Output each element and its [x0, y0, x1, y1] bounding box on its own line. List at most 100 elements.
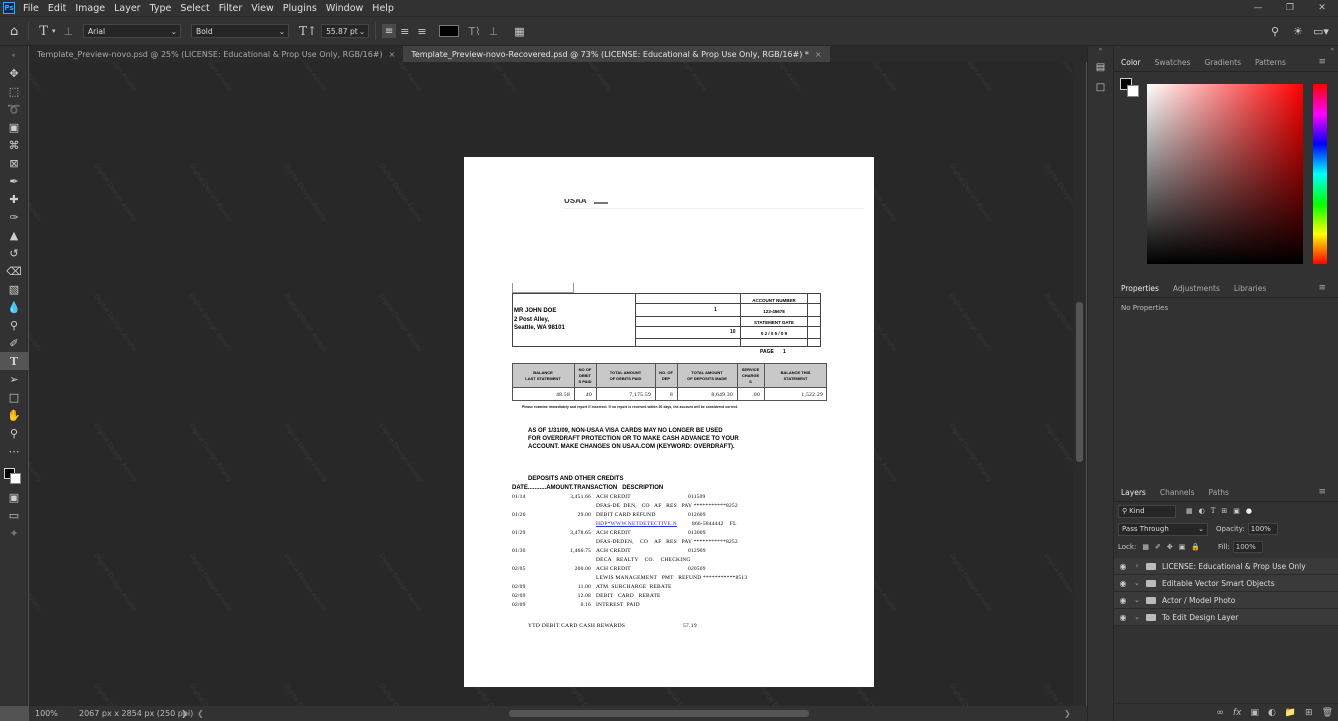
- healing-brush-tool-icon[interactable]: ✚: [0, 190, 28, 208]
- lock-image-icon[interactable]: ✐: [1155, 543, 1161, 551]
- align-right-icon[interactable]: ≡: [417, 25, 426, 38]
- close-window-icon[interactable]: ✕: [1306, 0, 1338, 16]
- layer-row[interactable]: ◉ ⌄ Editable Vector Smart Objects: [1114, 575, 1338, 592]
- screen-mode-icon[interactable]: ▭: [0, 506, 28, 524]
- blend-mode-select[interactable]: Pass Through ⌄: [1118, 522, 1208, 536]
- tab-libraries[interactable]: Libraries: [1227, 284, 1273, 293]
- cancel-edit-icon[interactable]: ⊥: [489, 25, 499, 38]
- scroll-right-icon[interactable]: ❯: [1064, 709, 1071, 718]
- collapse-toolbar-icon[interactable]: «: [0, 46, 27, 64]
- visibility-eye-icon[interactable]: ◉: [1114, 596, 1132, 605]
- tab-channels[interactable]: Channels: [1153, 488, 1202, 497]
- chevron-right-icon[interactable]: ›: [1132, 562, 1142, 570]
- font-style-select[interactable]: Bold ⌄: [191, 24, 290, 38]
- add-style-icon[interactable]: fx: [1233, 708, 1242, 718]
- tab-properties[interactable]: Properties: [1114, 284, 1166, 293]
- tab-layers[interactable]: Layers: [1114, 488, 1153, 497]
- frame-tool-icon[interactable]: ⊠: [0, 154, 28, 172]
- minimize-icon[interactable]: —: [1242, 0, 1274, 16]
- layer-row[interactable]: ◉ ⌄ To Edit Design Layer: [1114, 609, 1338, 626]
- scrollbar-thumb[interactable]: [1076, 302, 1083, 462]
- visibility-eye-icon[interactable]: ◉: [1114, 613, 1132, 622]
- eraser-tool-icon[interactable]: ⌫: [0, 262, 28, 280]
- object-selection-tool-icon[interactable]: ▣: [0, 118, 28, 136]
- text-color-swatch[interactable]: [438, 25, 459, 37]
- blur-tool-icon[interactable]: 💧: [0, 298, 28, 316]
- tab-color[interactable]: Color: [1114, 58, 1148, 67]
- status-menu-icon[interactable]: ❯: [181, 709, 188, 718]
- document-canvas[interactable]: USAA MR JOHN DOE 2 Post Alley, Seattle, …: [464, 157, 874, 687]
- lock-all-icon[interactable]: 🔒: [1191, 543, 1200, 551]
- lock-position-icon[interactable]: ✥: [1167, 543, 1173, 551]
- collapse-panels-icon[interactable]: »: [1114, 46, 1338, 54]
- panel-menu-icon[interactable]: ≡: [1311, 57, 1333, 67]
- eyedropper-tool-icon[interactable]: ✒: [0, 172, 28, 190]
- comments-panel-icon[interactable]: □: [1094, 82, 1108, 96]
- gradient-tool-icon[interactable]: ▧: [0, 280, 28, 298]
- delete-layer-icon[interactable]: 🗑: [1322, 708, 1333, 718]
- filter-adjustment-icon[interactable]: ◐: [1199, 507, 1205, 515]
- zoom-level[interactable]: 100%: [35, 709, 75, 718]
- tab-patterns[interactable]: Patterns: [1248, 58, 1293, 67]
- background-color-swatch[interactable]: [10, 473, 21, 484]
- color-field[interactable]: [1147, 84, 1303, 264]
- transaction-link[interactable]: HDP*WWW.NETDETECTIVE.N: [596, 521, 677, 527]
- menu-select[interactable]: Select: [180, 3, 209, 14]
- visibility-eye-icon[interactable]: ◉: [1114, 579, 1132, 588]
- fill-field[interactable]: 100%: [1232, 541, 1263, 553]
- lasso-tool-icon[interactable]: ➰: [0, 100, 28, 118]
- document-tab[interactable]: Template_Preview-novo.psd @ 25% (LICENSE…: [29, 46, 403, 62]
- scroll-left-icon[interactable]: ❮: [197, 709, 204, 718]
- background-color-swatch[interactable]: [1127, 85, 1139, 97]
- workspace-icon[interactable]: ▭▾: [1313, 25, 1329, 38]
- menu-type[interactable]: Type: [150, 3, 172, 14]
- layer-row[interactable]: ◉ ⌄ Actor / Model Photo: [1114, 592, 1338, 609]
- tab-gradients[interactable]: Gradients: [1197, 58, 1248, 67]
- generative-icon[interactable]: ✦: [0, 524, 28, 542]
- lock-artboard-icon[interactable]: ▣: [1179, 543, 1186, 551]
- history-panel-icon[interactable]: ▤: [1094, 62, 1108, 76]
- close-icon[interactable]: ×: [815, 50, 822, 59]
- menu-file[interactable]: File: [23, 3, 39, 14]
- collapse-icons-icon[interactable]: »: [1088, 46, 1113, 56]
- brush-tool-icon[interactable]: ✑: [0, 208, 28, 226]
- filter-smart-object-icon[interactable]: ▣: [1233, 507, 1240, 515]
- home-icon[interactable]: ⌂: [10, 24, 18, 39]
- marquee-tool-icon[interactable]: ⬚: [0, 82, 28, 100]
- align-left-icon[interactable]: ≡: [382, 24, 397, 38]
- hand-tool-icon[interactable]: ✋: [0, 406, 28, 424]
- chevron-down-icon[interactable]: ▾: [52, 27, 56, 35]
- zoom-tool-icon[interactable]: ⚲: [0, 424, 28, 442]
- menu-plugins[interactable]: Plugins: [283, 3, 317, 14]
- filter-type-icon[interactable]: T: [1211, 507, 1216, 515]
- chevron-down-icon[interactable]: ⌄: [1132, 579, 1142, 587]
- tab-swatches[interactable]: Swatches: [1148, 58, 1198, 67]
- panel-menu-icon[interactable]: ≡: [1311, 283, 1333, 293]
- discover-icon[interactable]: ☀: [1293, 25, 1303, 38]
- character-panel-icon[interactable]: ▦: [514, 25, 524, 38]
- filter-toggle-icon[interactable]: ●: [1246, 507, 1252, 515]
- close-icon[interactable]: ×: [389, 50, 396, 59]
- type-tool-icon[interactable]: T: [0, 352, 28, 370]
- toggle-text-orientation-icon[interactable]: ⊥: [63, 25, 73, 38]
- visibility-eye-icon[interactable]: ◉: [1114, 562, 1132, 571]
- horizontal-scrollbar-thumb[interactable]: [509, 710, 809, 717]
- filter-shape-icon[interactable]: ⊞: [1221, 507, 1227, 515]
- vertical-scrollbar[interactable]: [1073, 62, 1086, 706]
- path-selection-tool-icon[interactable]: ➢: [0, 370, 28, 388]
- edit-toolbar-icon[interactable]: ⋯: [0, 442, 28, 460]
- type-tool-preset-icon[interactable]: T: [39, 24, 48, 39]
- lock-transparent-icon[interactable]: ▦: [1142, 543, 1149, 551]
- tab-adjustments[interactable]: Adjustments: [1166, 284, 1227, 293]
- menu-edit[interactable]: Edit: [48, 3, 66, 14]
- chevron-down-icon[interactable]: ⌄: [1132, 596, 1142, 604]
- crop-tool-icon[interactable]: ⌘: [0, 136, 28, 154]
- document-tab-active[interactable]: Template_Preview-novo-Recovered.psd @ 73…: [403, 46, 830, 62]
- opacity-field[interactable]: 100%: [1247, 523, 1278, 535]
- move-tool-icon[interactable]: ✥: [0, 64, 28, 82]
- tab-paths[interactable]: Paths: [1202, 488, 1236, 497]
- color-swatches[interactable]: [0, 460, 27, 488]
- warp-text-icon[interactable]: T⌇: [469, 25, 481, 38]
- layer-row[interactable]: ◉ › LICENSE: Educational & Prop Use Only: [1114, 558, 1338, 575]
- menu-layer[interactable]: Layer: [114, 3, 141, 14]
